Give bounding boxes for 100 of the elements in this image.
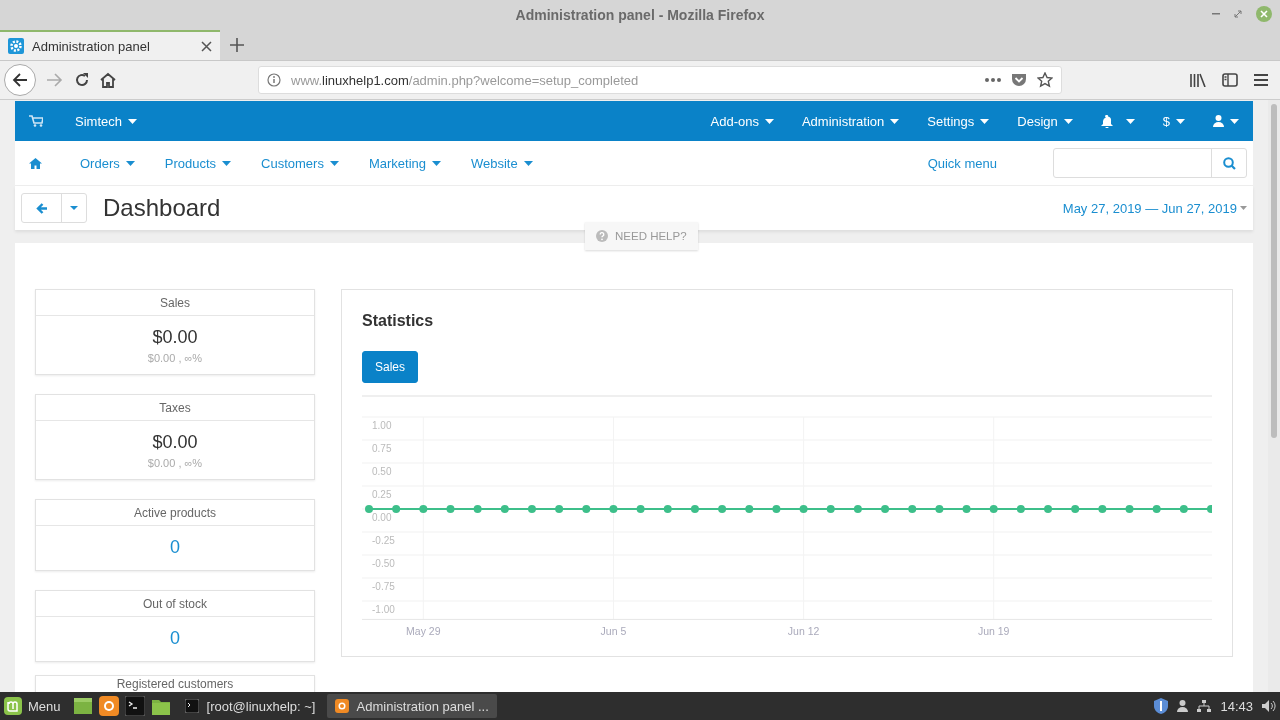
axis-label: 1.00 (372, 420, 392, 431)
star-icon[interactable] (1037, 72, 1053, 88)
axis-label: 0.25 (372, 489, 392, 500)
stat-value: 0 (169, 627, 181, 650)
bell-icon (1100, 114, 1113, 128)
data-point (473, 505, 482, 513)
section-title: Statistics (362, 312, 435, 330)
caret-icon (1125, 118, 1135, 124)
nav-item[interactable]: Orders (80, 155, 135, 171)
scrollbar-thumb[interactable] (1271, 104, 1277, 438)
axis-label: 0.00 (372, 512, 392, 523)
data-point (989, 505, 998, 513)
chart-tab[interactable]: Sales (362, 351, 419, 383)
pocket-icon[interactable] (1011, 73, 1027, 87)
search-field[interactable] (1053, 148, 1247, 178)
taskbar-window[interactable]: [root@linuxhelp: ~] (176, 694, 321, 718)
caret-icon (222, 160, 232, 166)
data-point (718, 505, 727, 513)
axis-label: 0.50 (372, 466, 392, 477)
network-icon[interactable] (1197, 700, 1212, 712)
address-bar[interactable]: www.linuxhelp1.com/admin.php?welcome=setup_completed (258, 66, 1062, 94)
nav-item[interactable]: Website (471, 155, 533, 171)
stat-label: Sales (36, 290, 314, 316)
nav-item[interactable]: Products (164, 155, 232, 171)
menu-item[interactable]: Add-ons (710, 113, 774, 129)
plus-icon[interactable] (230, 38, 244, 52)
axis-label: Jun 19 (977, 625, 1010, 638)
start-menu-button[interactable]: Menu (4, 697, 61, 715)
menu-item[interactable]: Design (1017, 113, 1073, 129)
home-icon[interactable] (100, 72, 116, 88)
data-point (1098, 505, 1107, 513)
library-icon[interactable] (1190, 73, 1206, 87)
more-icon[interactable] (985, 78, 1001, 82)
stat-value: 0 (169, 536, 181, 559)
mint-logo-icon (4, 697, 22, 715)
nav-item[interactable]: Marketing (368, 155, 441, 171)
axis-label: May 29 (406, 625, 441, 638)
axis-label: 0.75 (372, 443, 392, 454)
clock: 14:43 (1220, 698, 1253, 714)
data-point (527, 505, 536, 513)
data-point (853, 505, 862, 513)
notifications-button[interactable] (1100, 114, 1135, 128)
taskbar-window[interactable]: Administration panel ... (326, 694, 497, 718)
close-icon[interactable] (201, 40, 212, 52)
desktop-icon[interactable] (72, 696, 93, 716)
stat-label: Registered customers (115, 676, 235, 692)
data-point (446, 505, 455, 513)
data-point (500, 505, 509, 513)
arrow-left-icon (12, 73, 28, 87)
axis-label: Jun 5 (600, 625, 627, 638)
caret-icon (127, 118, 137, 124)
home-icon[interactable] (29, 157, 42, 169)
nav-item[interactable]: Customers (261, 155, 339, 171)
data-point (555, 505, 564, 513)
axis-label: Jun 12 (787, 625, 820, 638)
maximize-icon[interactable] (1234, 10, 1242, 18)
data-point (419, 505, 428, 513)
window-title: Administration panel - Mozilla Firefox (515, 7, 765, 23)
user-icon (1213, 115, 1224, 127)
caret-icon (890, 118, 900, 124)
data-point (799, 505, 808, 513)
firefox-icon[interactable] (98, 696, 119, 716)
data-point (392, 505, 401, 513)
terminal-icon[interactable] (124, 696, 145, 716)
quick-menu-link[interactable]: Quick menu (927, 155, 997, 171)
axis-label: -1.00 (372, 604, 395, 615)
reload-icon[interactable] (74, 72, 90, 88)
caret-icon (432, 160, 441, 166)
date-range-picker[interactable]: May 27, 2019 — Jun 27, 2019 (1062, 200, 1247, 216)
gear-icon (8, 38, 24, 54)
browser-tab[interactable]: Administration panel (0, 30, 220, 60)
account-menu[interactable] (1213, 115, 1239, 127)
menu-item[interactable]: Settings (927, 113, 990, 129)
data-point (1152, 505, 1161, 513)
axis-label: -0.25 (372, 535, 395, 546)
arrow-left-icon (35, 202, 48, 214)
data-point (690, 505, 699, 513)
speaker-icon[interactable] (1262, 700, 1276, 712)
menu-icon[interactable] (1254, 74, 1268, 86)
store-menu[interactable]: Simtech (75, 113, 137, 129)
caret-icon (125, 160, 135, 166)
stat-label: Taxes (36, 395, 314, 421)
menu-item[interactable]: Administration (801, 113, 900, 129)
data-point (908, 505, 917, 513)
caret-icon (1176, 118, 1185, 124)
data-point (772, 505, 781, 513)
data-point (609, 505, 618, 513)
currency-menu[interactable]: $ (1162, 113, 1185, 129)
help-button[interactable]: NEED HELP? (585, 222, 698, 250)
data-point (881, 505, 890, 513)
caret-icon (1230, 118, 1239, 124)
user-icon[interactable] (1177, 700, 1189, 712)
caret-icon (523, 160, 533, 166)
stat-value: $0.00 (151, 326, 199, 348)
sidebar-icon[interactable] (1222, 73, 1238, 87)
stat-value: $0.00 (151, 431, 199, 453)
search-icon[interactable] (1222, 156, 1236, 170)
stat-change: $0.00 , ∞% (146, 456, 204, 471)
shield-icon[interactable] (1154, 698, 1169, 714)
back-button[interactable] (4, 64, 36, 96)
